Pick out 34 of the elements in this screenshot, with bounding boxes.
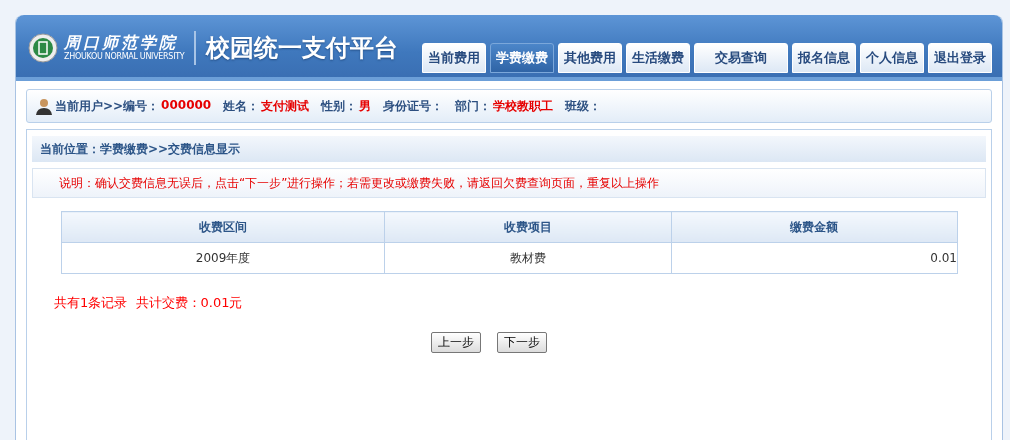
nav-tab[interactable]: 交易查询 (694, 43, 788, 73)
nav-tab[interactable]: 退出登录 (928, 43, 992, 73)
site-title: 校园统一支付平台 (206, 33, 399, 64)
summary-text: 共有1条记录 共计交费：0.01元 (54, 294, 244, 312)
user-field-label: 性别： (321, 97, 358, 115)
column-header: 收费区间 (61, 211, 385, 243)
user-field-label: 部门： (455, 97, 492, 115)
table-cell: 2009年度 (61, 242, 385, 274)
nav-tab[interactable]: 学费缴费 (490, 43, 554, 73)
school-name-english: ZHOUKOU NORMAL UNIVERSITY (64, 52, 185, 62)
table-cell: 0.01 (671, 242, 958, 274)
table-cell: 教材费 (384, 242, 672, 274)
user-field-label: 身份证号： (383, 97, 444, 115)
step-button[interactable]: 下一步 (497, 332, 547, 353)
user-field-label: 姓名： (223, 97, 260, 115)
user-field-value: 000000 (161, 97, 212, 114)
user-field-value: 男 (359, 97, 372, 115)
nav-tab[interactable]: 当前费用 (422, 43, 486, 73)
user-icon (35, 97, 53, 115)
breadcrumb: 当前位置：学费缴费>>交费信息显示 (32, 136, 986, 162)
user-field-value: 支付测试 (261, 97, 310, 115)
nav-tab[interactable]: 报名信息 (792, 43, 856, 73)
notice-text: 说明：确认交费信息无误后，点击“下一步”进行操作；若需更改或缴费失败，请返回欠费查询页面，重复以上操作 (32, 168, 986, 198)
column-header: 收费项目 (384, 211, 672, 243)
step-button[interactable]: 上一步 (431, 332, 481, 353)
school-name: 周口师范学院 (64, 34, 179, 52)
nav-tab[interactable]: 生活缴费 (626, 43, 690, 73)
user-field-label: 当前用户>>编号： (55, 97, 160, 115)
user-field-label: 班级： (565, 97, 602, 115)
nav-tab[interactable]: 其他费用 (558, 43, 622, 73)
nav-tab[interactable]: 个人信息 (860, 43, 924, 73)
school-emblem-icon (28, 33, 58, 63)
column-header: 缴费金额 (671, 211, 958, 243)
user-field-value: 学校教职工 (493, 97, 554, 115)
